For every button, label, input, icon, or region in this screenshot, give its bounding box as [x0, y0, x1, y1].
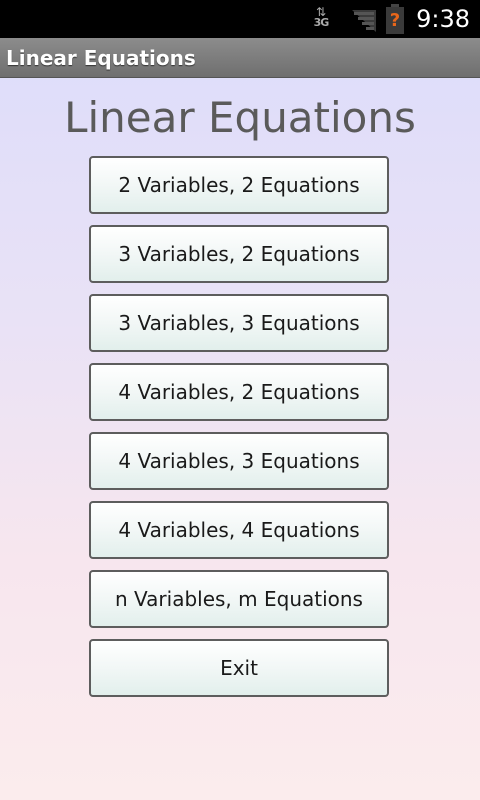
four-variables-four-equations-button[interactable]: 4 Variables, 4 Equations: [89, 501, 389, 559]
three-variables-two-equations-button[interactable]: 3 Variables, 2 Equations: [89, 225, 389, 283]
four-variables-three-equations-button[interactable]: 4 Variables, 3 Equations: [89, 432, 389, 490]
n-variables-m-equations-button[interactable]: n Variables, m Equations: [89, 570, 389, 628]
data-transfer-icon: ⇅ 3G: [308, 6, 334, 32]
battery-warning-icon: ?: [386, 4, 404, 34]
app-title: Linear Equations: [6, 46, 196, 70]
two-variables-two-equations-button[interactable]: 2 Variables, 2 Equations: [89, 156, 389, 214]
four-variables-two-equations-button[interactable]: 4 Variables, 2 Equations: [89, 363, 389, 421]
screen: ⇅ 3G ? 9:38 Linear Equations Linear Equa…: [0, 0, 480, 800]
exit-button[interactable]: Exit: [89, 639, 389, 697]
network-type-label: 3G: [313, 16, 330, 29]
three-variables-three-equations-button[interactable]: 3 Variables, 3 Equations: [89, 294, 389, 352]
status-bar: ⇅ 3G ? 9:38: [0, 0, 480, 38]
status-time: 9:38: [416, 5, 470, 33]
svg-text:?: ?: [390, 10, 400, 31]
page-heading: Linear Equations: [64, 93, 416, 142]
signal-icon: [352, 10, 376, 32]
title-bar: Linear Equations: [0, 38, 480, 78]
